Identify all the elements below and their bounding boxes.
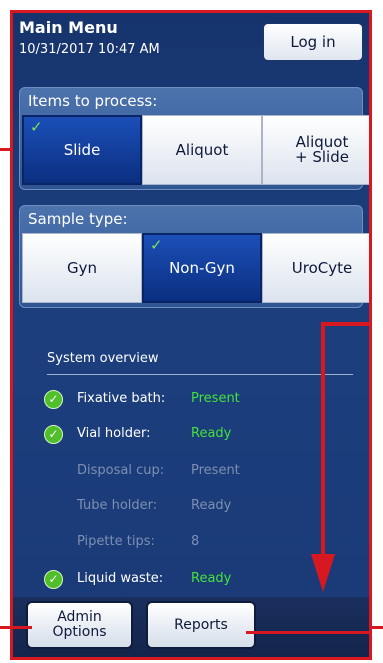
- status-value: Ready: [191, 426, 232, 441]
- status-row-vial-holder: ✓ Vial holder: Ready: [19, 424, 349, 446]
- sample-type-panel: Sample type: Gyn ✓ Non-Gyn UroCyte: [19, 205, 369, 308]
- status-label: Vial holder:: [77, 426, 151, 441]
- system-overview-title: System overview: [47, 351, 159, 366]
- admin-options-button[interactable]: Admin Options: [26, 601, 133, 649]
- option-label: Slide: [63, 140, 101, 159]
- callout-line-reports: [246, 631, 369, 634]
- device-screen: Main Menu 10/31/2017 10:47 AM Log in Ite…: [10, 10, 372, 660]
- divider: [47, 374, 353, 375]
- option-aliquot[interactable]: Aliquot: [142, 115, 262, 185]
- status-row-pipette-tips: Pipette tips: 8: [19, 532, 349, 554]
- items-to-process-panel: Items to process: ✓ Slide Aliquot Aliquo…: [19, 87, 369, 190]
- admin-options-label: Admin Options: [52, 609, 107, 640]
- status-value: 8: [191, 534, 200, 549]
- option-label: Non-Gyn: [169, 258, 235, 277]
- status-value: Ready: [191, 498, 232, 513]
- check-icon: ✓: [30, 118, 43, 136]
- page-title: Main Menu: [19, 18, 118, 37]
- bottom-bar: Admin Options Reports: [13, 597, 369, 657]
- callout-line-reports-outside: [372, 626, 383, 629]
- status-row-tube-holder: Tube holder: Ready: [19, 496, 349, 518]
- status-value: Present: [191, 463, 240, 478]
- callout-arrowhead: [311, 554, 335, 592]
- reports-button[interactable]: Reports: [146, 601, 256, 649]
- option-gyn[interactable]: Gyn: [22, 233, 142, 303]
- status-label: Liquid waste:: [77, 571, 164, 586]
- status-label: Disposal cup:: [77, 463, 165, 478]
- items-to-process-title: Items to process:: [28, 92, 158, 110]
- items-to-process-options: ✓ Slide Aliquot Aliquot + Slide: [22, 115, 369, 185]
- callout-line-horizontal: [321, 322, 369, 326]
- status-label: Tube holder:: [77, 498, 158, 513]
- check-icon: ✓: [150, 236, 163, 254]
- status-label: Pipette tips:: [77, 534, 155, 549]
- reports-label: Reports: [174, 616, 228, 633]
- check-circle-icon: ✓: [44, 390, 63, 409]
- login-button[interactable]: Log in: [263, 23, 363, 61]
- option-label: UroCyte: [291, 258, 353, 277]
- option-label: Aliquot + Slide: [295, 133, 349, 166]
- option-label: Aliquot: [175, 140, 229, 159]
- header: Main Menu 10/31/2017 10:47 AM Log in: [13, 13, 369, 83]
- option-urocyte[interactable]: UroCyte: [262, 233, 369, 303]
- check-circle-icon: ✓: [44, 425, 63, 444]
- option-slide[interactable]: ✓ Slide: [22, 115, 142, 185]
- option-label: Gyn: [66, 258, 97, 277]
- option-non-gyn[interactable]: ✓ Non-Gyn: [142, 233, 262, 303]
- status-row-fixative-bath: ✓ Fixative bath: Present: [19, 389, 349, 411]
- option-aliquot-slide[interactable]: Aliquot + Slide: [262, 115, 369, 185]
- status-label: Fixative bath:: [77, 391, 166, 406]
- callout-line-admin: [0, 626, 32, 629]
- status-value: Present: [191, 391, 240, 406]
- callout-line-vertical: [321, 322, 325, 557]
- status-row-disposal-cup: Disposal cup: Present: [19, 461, 349, 483]
- status-value: Ready: [191, 571, 232, 586]
- sample-type-options: Gyn ✓ Non-Gyn UroCyte: [22, 233, 369, 303]
- check-circle-icon: ✓: [44, 570, 63, 589]
- sample-type-title: Sample type:: [28, 210, 128, 228]
- status-row-liquid-waste: ✓ Liquid waste: Ready: [19, 569, 349, 591]
- datetime: 10/31/2017 10:47 AM: [19, 42, 160, 57]
